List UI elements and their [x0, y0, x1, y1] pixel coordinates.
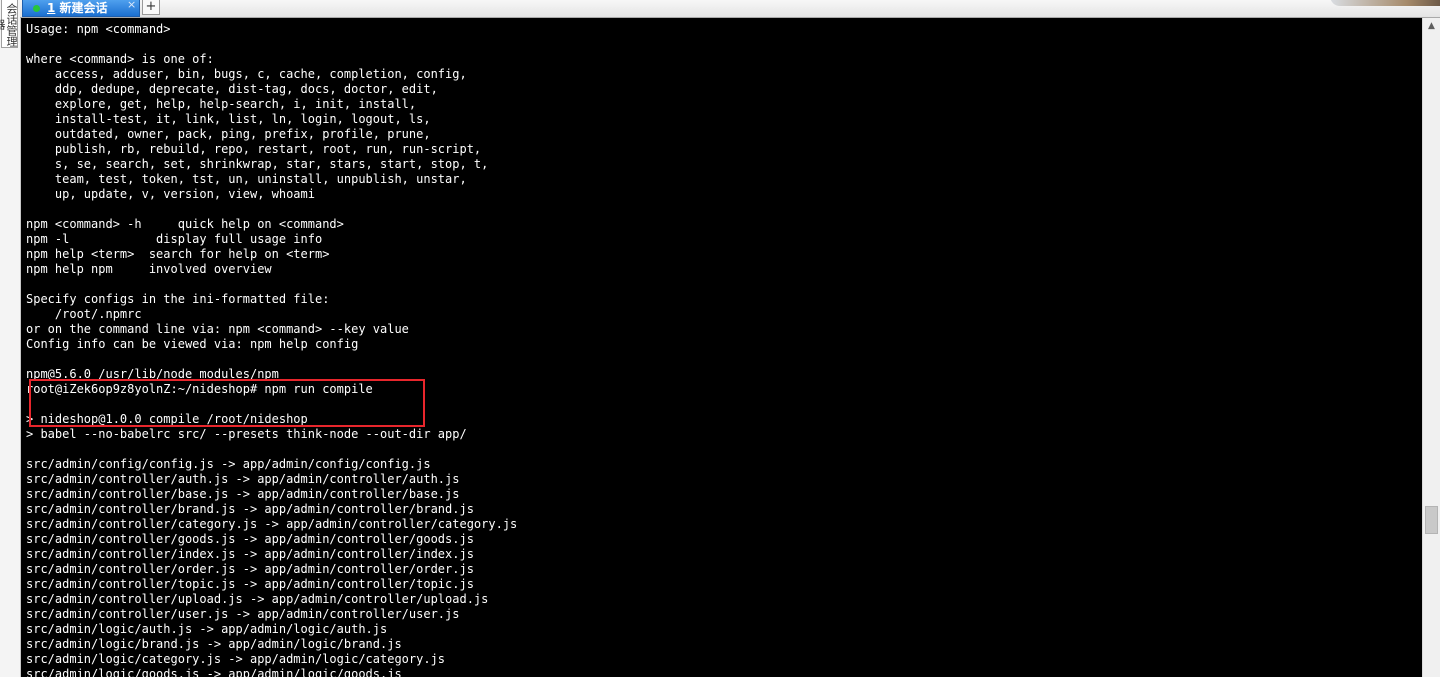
terminal-line: src/admin/controller/base.js -> app/admi…: [26, 487, 460, 501]
scroll-up-arrow-icon[interactable]: ▲: [1423, 18, 1440, 35]
terminal-line: install-test, it, link, list, ln, login,…: [26, 112, 431, 126]
terminal-line: src/admin/controller/upload.js -> app/ad…: [26, 592, 489, 606]
terminal-app-window: 会话管理器 1 新建会话 × + Usage: npm <command> whe…: [0, 0, 1440, 677]
connected-status-icon: [33, 5, 40, 12]
terminal-line: outdated, owner, pack, ping, prefix, pro…: [26, 127, 431, 141]
highlight-annotation-box: [29, 379, 425, 427]
terminal-line: access, adduser, bin, bugs, c, cache, co…: [26, 67, 467, 81]
terminal-line: /root/.npmrc: [26, 307, 142, 321]
terminal-line: up, update, v, version, view, whoami: [26, 187, 315, 201]
terminal-line: Specify configs in the ini-formatted fil…: [26, 292, 330, 306]
terminal-line: npm <command> -h quick help on <command>: [26, 217, 344, 231]
terminal-line: src/admin/logic/goods.js -> app/admin/lo…: [26, 667, 402, 677]
terminal-line: or on the command line via: npm <command…: [26, 322, 409, 336]
terminal-line: Config info can be viewed via: npm help …: [26, 337, 359, 351]
terminal-line: src/admin/controller/order.js -> app/adm…: [26, 562, 474, 576]
terminal-line: npm -l display full usage info: [26, 232, 323, 246]
vertical-scrollbar[interactable]: ▲: [1422, 18, 1440, 677]
terminal-line: src/admin/logic/auth.js -> app/admin/log…: [26, 622, 388, 636]
terminal-line: npm help npm involved overview: [26, 262, 272, 276]
terminal-line: > babel --no-babelrc src/ --presets thin…: [26, 427, 467, 441]
terminal-line: src/admin/controller/goods.js -> app/adm…: [26, 532, 474, 546]
terminal-line: src/admin/controller/topic.js -> app/adm…: [26, 577, 474, 591]
terminal-line: where <command> is one of:: [26, 52, 214, 66]
terminal-line: team, test, token, tst, un, uninstall, u…: [26, 172, 467, 186]
session-manager-tab[interactable]: 会话管理器: [0, 0, 18, 48]
terminal-output[interactable]: Usage: npm <command> where <command> is o…: [21, 18, 1422, 677]
terminal-line: src/admin/config/config.js -> app/admin/…: [26, 457, 431, 471]
session-tab-number: 1: [47, 1, 56, 15]
terminal-line: src/admin/controller/user.js -> app/admi…: [26, 607, 460, 621]
terminal-line: src/admin/logic/category.js -> app/admin…: [26, 652, 446, 666]
terminal-line: src/admin/controller/index.js -> app/adm…: [26, 547, 474, 561]
terminal-line: s, se, search, set, shrinkwrap, star, st…: [26, 157, 489, 171]
terminal-line: explore, get, help, help-search, i, init…: [26, 97, 417, 111]
new-tab-button[interactable]: +: [142, 0, 160, 15]
terminal-line: Usage: npm <command>: [26, 22, 171, 36]
terminal-text: Usage: npm <command> where <command> is o…: [26, 22, 517, 677]
terminal-line: src/admin/controller/brand.js -> app/adm…: [26, 502, 474, 516]
scroll-thumb[interactable]: [1425, 506, 1438, 534]
close-tab-icon[interactable]: ×: [127, 0, 136, 12]
corner-decoration: [1330, 0, 1440, 6]
terminal-line: src/admin/controller/category.js -> app/…: [26, 517, 518, 531]
side-panel: 会话管理器: [0, 0, 21, 677]
session-tab[interactable]: 1 新建会话 ×: [22, 0, 140, 17]
terminal-line: npm help <term> search for help on <term…: [26, 247, 330, 261]
tab-bar: 1 新建会话 × +: [20, 0, 1440, 18]
terminal-line: src/admin/controller/auth.js -> app/admi…: [26, 472, 460, 486]
session-tab-label: 1 新建会话: [47, 0, 108, 16]
terminal-line: publish, rb, rebuild, repo, restart, roo…: [26, 142, 482, 156]
session-tab-title: 新建会话: [59, 1, 108, 15]
terminal-line: src/admin/logic/brand.js -> app/admin/lo…: [26, 637, 402, 651]
terminal-line: ddp, dedupe, deprecate, dist-tag, docs, …: [26, 82, 438, 96]
